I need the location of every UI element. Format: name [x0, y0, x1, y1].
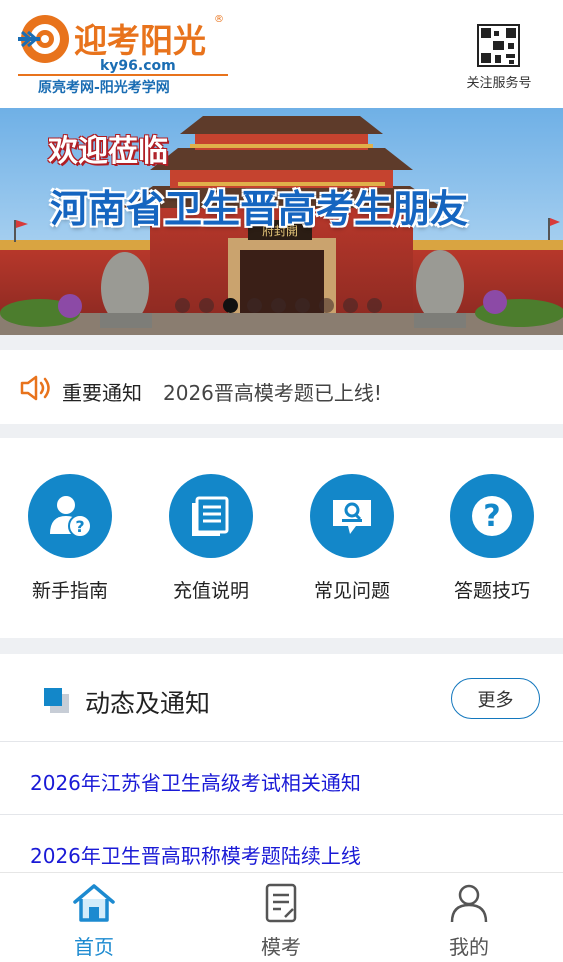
question-icon: ?: [450, 474, 534, 558]
carousel-dot[interactable]: [319, 298, 334, 313]
carousel-dot[interactable]: [175, 298, 190, 313]
carousel-dot[interactable]: [343, 298, 358, 313]
notice-text[interactable]: 2026晋高模考题已上线!: [163, 377, 382, 406]
exam-paper-icon: [265, 883, 297, 923]
logo-url: ky96.com: [100, 58, 176, 74]
speaker-icon: [20, 375, 50, 401]
chat-search-icon: [310, 474, 394, 558]
quick-link-label: 答题技巧: [453, 580, 530, 602]
section-square-icon: [44, 688, 69, 713]
bottom-tab-bar: 首页 模考 我的: [0, 872, 563, 962]
carousel-dot[interactable]: [295, 298, 310, 313]
carousel-dot[interactable]: [199, 298, 214, 313]
banner-title: 河南省卫生晋高考生朋友: [50, 186, 469, 231]
svg-text:?: ?: [483, 499, 500, 534]
notice-label: 重要通知: [62, 381, 142, 405]
quick-link-tips[interactable]: ? 答题技巧: [442, 474, 542, 603]
hero-banner[interactable]: 府封開 欢迎莅临 河南省卫生晋高考生朋友: [0, 108, 563, 335]
qr-label: 关注服务号: [466, 76, 532, 91]
notice-bar[interactable]: 重要通知 2026晋高模考题已上线!: [0, 350, 563, 424]
svg-text:?: ?: [75, 517, 84, 536]
logo[interactable]: 迎考阳光 ® ky96.com 原亮考网-阳光考学网: [16, 12, 231, 98]
carousel-dot[interactable]: [247, 298, 262, 313]
qr-code-icon[interactable]: [477, 24, 520, 67]
carousel-dots[interactable]: [175, 298, 382, 313]
news-item-link[interactable]: 2026年江苏省卫生高级考试相关通知: [30, 767, 361, 796]
more-button[interactable]: 更多: [451, 678, 540, 719]
user-icon: [450, 884, 488, 923]
banner-welcome: 欢迎莅临: [48, 134, 168, 169]
quick-link-recharge[interactable]: 充值说明: [161, 474, 261, 603]
svg-text:®: ®: [214, 14, 224, 25]
logo-tagline: 原亮考网-阳光考学网: [38, 79, 170, 96]
user-question-icon: ?: [28, 474, 112, 558]
quick-links: ? 新手指南 充值说明 常见问题 ? 答题技巧: [0, 438, 563, 638]
logo-name: 迎考阳光: [74, 21, 206, 60]
carousel-dot-active[interactable]: [223, 298, 238, 313]
carousel-dot[interactable]: [271, 298, 286, 313]
news-title: 动态及通知: [85, 689, 211, 718]
quick-link-faq[interactable]: 常见问题: [302, 474, 402, 603]
tab-mock-exam[interactable]: 模考: [226, 881, 336, 960]
app-header: 迎考阳光 ® ky96.com 原亮考网-阳光考学网 关注服务号: [0, 0, 563, 108]
quick-link-guide[interactable]: ? 新手指南: [20, 474, 120, 603]
tab-label: 首页: [74, 935, 114, 959]
quick-link-label: 新手指南: [31, 580, 108, 602]
quick-link-label: 常见问题: [313, 580, 390, 602]
news-item-link[interactable]: 2026年卫生晋高职称模考题陆续上线: [30, 840, 361, 869]
home-icon: [73, 884, 115, 922]
news-header: 动态及通知 更多: [0, 654, 563, 742]
document-list-icon: [169, 474, 253, 558]
quick-link-label: 充值说明: [172, 580, 249, 602]
tab-label: 模考: [261, 935, 301, 959]
tab-home[interactable]: 首页: [39, 881, 149, 960]
tab-label: 我的: [449, 935, 489, 959]
news-item[interactable]: 2026年江苏省卫生高级考试相关通知: [0, 743, 563, 815]
tab-mine[interactable]: 我的: [414, 881, 524, 960]
carousel-dot[interactable]: [367, 298, 382, 313]
